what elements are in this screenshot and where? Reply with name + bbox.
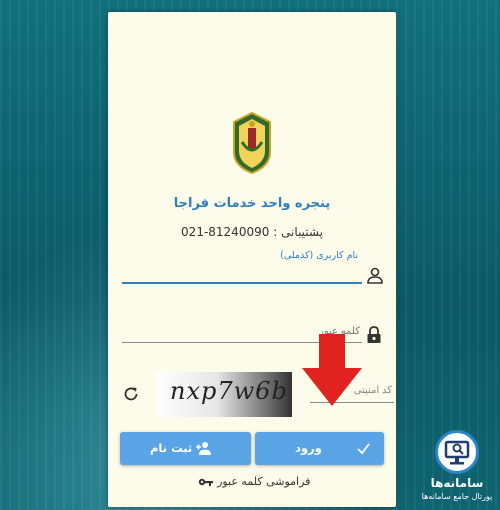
support-number: 021-81240090 bbox=[181, 225, 270, 239]
support-info: پشتیبانی : 021-81240090 bbox=[108, 225, 396, 239]
register-button-label: ثبت نام bbox=[150, 441, 193, 455]
captcha-text: nxp7w6b bbox=[170, 377, 288, 405]
forgot-password-label: فراموشی کلمه عبور bbox=[217, 475, 311, 488]
user-icon bbox=[367, 267, 383, 284]
red-arrow-icon bbox=[302, 334, 362, 406]
watermark-subtitle: پورتال جامع سامانه‌ها bbox=[421, 492, 493, 501]
page-title: پنجره واحد خدمات فراجا bbox=[173, 196, 331, 211]
watermark-logo: سامانه‌ها پورتال جامع سامانه‌ها bbox=[417, 430, 497, 508]
police-emblem-icon bbox=[233, 112, 271, 174]
username-input[interactable] bbox=[122, 260, 362, 284]
refresh-icon[interactable] bbox=[122, 385, 140, 403]
add-user-icon bbox=[196, 442, 211, 455]
forgot-password-link[interactable]: فراموشی کلمه عبور bbox=[108, 475, 396, 488]
captcha-image: nxp7w6b bbox=[156, 372, 292, 417]
login-card: پنجره واحد خدمات فراجا پشتیبانی : 021-81… bbox=[108, 12, 396, 507]
check-icon bbox=[357, 443, 370, 455]
lock-icon bbox=[367, 326, 381, 343]
login-button-label: ورود bbox=[295, 441, 322, 455]
support-label: پشتیبانی : bbox=[273, 225, 323, 239]
key-icon bbox=[198, 478, 213, 486]
watermark-title: سامانه‌ها bbox=[430, 476, 484, 490]
login-button[interactable]: ورود bbox=[255, 432, 384, 465]
monitor-search-icon bbox=[435, 430, 479, 474]
register-button[interactable]: ثبت نام bbox=[120, 432, 251, 465]
